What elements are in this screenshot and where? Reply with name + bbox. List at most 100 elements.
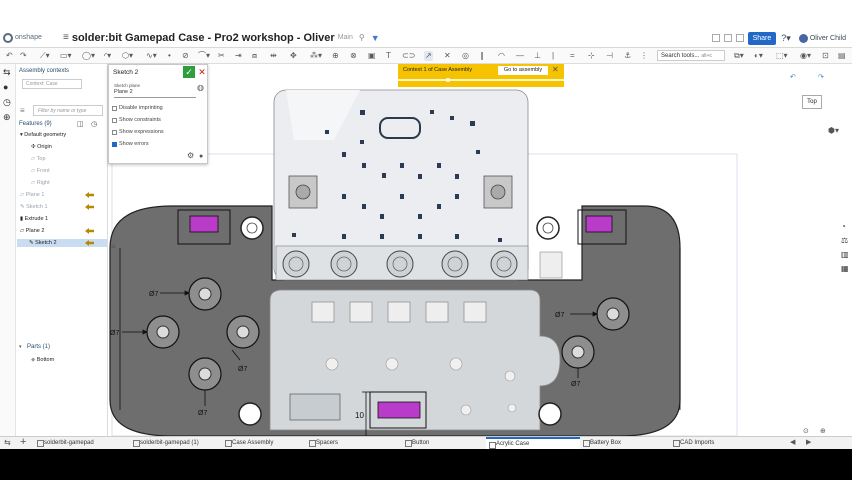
sketch-plane-field[interactable]: Plane 2 [114, 89, 196, 98]
tab-solderbit-gamepad-1[interactable]: solderbit-gamepad (1) [130, 437, 222, 449]
offset-tool-icon[interactable]: ⧈ [252, 51, 257, 61]
visibility-icon[interactable]: ◉▾ [800, 51, 811, 61]
circle-tool-icon[interactable]: ◯▾ [82, 51, 95, 61]
banner-slider-track[interactable] [398, 79, 564, 81]
intersect-tool-icon[interactable]: ⊗ [350, 51, 357, 61]
arc-tool-icon[interactable]: ◜▾ [104, 51, 111, 61]
text-tool-icon[interactable]: T [386, 51, 391, 61]
tab-acrylic-case[interactable]: Acrylic Case [486, 437, 580, 449]
checkbox[interactable] [112, 105, 117, 111]
equal-icon[interactable]: = [570, 51, 575, 61]
zoom-fit-icon[interactable]: ⊙ [803, 427, 809, 435]
user-avatar[interactable] [798, 33, 808, 43]
dim-label-3[interactable]: Ø7 [238, 366, 247, 373]
graphics-canvas[interactable]: Ø7 Ø7 Ø7 Ø7 Ø7 Ø7 10 [108, 64, 852, 436]
cad-viewport[interactable]: Ø7 Ø7 Ø7 Ø7 Ø7 Ø7 10 [108, 64, 852, 436]
tab-case-assembly[interactable]: Case Assembly [222, 437, 304, 449]
option-disable-imprinting[interactable]: Disable imprinting [112, 105, 163, 111]
add-tab-icon[interactable]: + [20, 436, 26, 448]
sketch-cancel-button[interactable]: ✕ [197, 66, 207, 78]
checkbox[interactable] [112, 117, 117, 123]
help-circle-icon[interactable]: ● [199, 153, 203, 160]
feature-history-icon[interactable]: ◷ [91, 120, 97, 128]
perpendicular-icon[interactable]: ⊥ [534, 51, 541, 61]
dim-label-2[interactable]: Ø7 [110, 330, 119, 337]
filter-menu-icon[interactable]: ≡ [20, 106, 25, 115]
share-button[interactable]: Share [747, 31, 777, 45]
appearance-panel-icon[interactable]: ◔ [841, 222, 846, 231]
option-show-errors[interactable]: Show errors [112, 141, 149, 147]
configurations-icon[interactable]: ▥ [841, 250, 849, 259]
feature-tree-item[interactable]: ▱ Right [31, 179, 50, 187]
parts-header[interactable]: Parts (1) [27, 344, 50, 350]
rollback-icon[interactable]: ◫ [77, 120, 84, 128]
zoom-in-icon[interactable]: ⊕ [820, 427, 826, 435]
feature-tree-item[interactable]: ▮ Extrude 1 [20, 215, 48, 223]
dim-label-1[interactable]: Ø7 [149, 291, 158, 298]
feature-tree-item[interactable]: ▱ Plane 2 [20, 227, 44, 235]
feature-tree-item[interactable]: ▱ Plane 1 [20, 191, 44, 199]
tab-battery-box[interactable]: Battery Box [580, 437, 670, 449]
spline-tool-icon[interactable]: ∿▾ [146, 51, 157, 61]
dim-label-4[interactable]: Ø7 [198, 410, 207, 417]
mirror-tool-icon[interactable]: ⇹ [270, 51, 277, 61]
link-icon[interactable]: ⚲ [359, 33, 365, 42]
undo-icon[interactable]: ↶ [6, 51, 13, 61]
banner-close-icon[interactable]: ✕ [552, 65, 559, 74]
dim-label-5[interactable]: Ø7 [555, 312, 564, 319]
normal-icon[interactable]: ⊣ [606, 51, 613, 61]
collapse-icon[interactable]: ▾ [19, 344, 22, 350]
tab-cad-imports[interactable]: CAD Imports [670, 437, 746, 449]
variables-panel-icon[interactable]: ▦ [841, 264, 849, 273]
checkbox[interactable] [112, 129, 117, 135]
pin-icon[interactable]: ▼ [371, 33, 380, 43]
use-tool-icon[interactable]: ⊕ [332, 51, 339, 61]
part-list-item[interactable]: ◆ Bottom [31, 356, 54, 364]
feature-tree-item[interactable]: ✎ Sketch 1 [20, 203, 48, 211]
onshape-logo[interactable]: onshape [3, 32, 49, 43]
polygon-tool-icon[interactable]: ⬡▾ [122, 51, 133, 61]
go-to-assembly-button[interactable]: Go to assembly [498, 66, 548, 75]
canvas-list-icon[interactable]: ≡ [111, 242, 116, 251]
construction-icon[interactable]: ⊘ [182, 51, 189, 61]
view-cube[interactable]: Top [802, 95, 822, 109]
assembly-context-select[interactable]: Context: Case [22, 79, 82, 89]
redo-icon[interactable]: ↷ [20, 51, 27, 61]
horizontal-icon[interactable]: — [516, 51, 524, 61]
view-cube-rotate-left-icon[interactable]: ↶ [790, 73, 796, 81]
rectangle-tool-icon[interactable]: ▭▾ [60, 51, 72, 61]
user-name[interactable]: Oliver Child [810, 35, 846, 42]
notifications-icon[interactable] [711, 34, 720, 42]
apps-icon[interactable] [723, 34, 732, 42]
slot-tool-icon[interactable]: ⊂⊃ [402, 51, 415, 61]
version-icon[interactable] [735, 34, 744, 42]
tangent-icon[interactable]: ◠ [498, 51, 505, 61]
dim-label-7[interactable]: 10 [355, 411, 364, 420]
tab-manager-icon[interactable]: ⇆ [4, 438, 11, 447]
tab-scroll-right-icon[interactable]: ▶ [806, 438, 811, 446]
measure-icon[interactable]: ⊡ [822, 51, 829, 61]
midpoint-icon[interactable]: ⊹ [588, 51, 595, 61]
comments-icon[interactable]: ● [3, 82, 8, 92]
fillet-tool-icon[interactable]: ⌒▾ [198, 51, 210, 61]
search-tools-input[interactable]: Search tools... alt+c [657, 50, 725, 61]
line-tool-icon[interactable]: ⟋▾ [40, 51, 50, 61]
dimension-tool-icon[interactable]: ↗ [424, 51, 433, 61]
tab-button[interactable]: Button [402, 437, 486, 449]
feature-list-icon[interactable]: ⇆ [3, 67, 11, 78]
banner-slider-thumb[interactable] [446, 78, 450, 82]
section-view-icon[interactable]: ⬚▾ [776, 51, 788, 61]
feature-tree-item[interactable]: ✣ Origin [31, 143, 52, 151]
display-icon[interactable]: ▤ [838, 51, 846, 61]
trim-tool-icon[interactable]: ✂ [218, 51, 225, 61]
sketch-accept-button[interactable]: ✓ [183, 66, 195, 78]
fix-icon[interactable]: ⚓ [624, 51, 631, 61]
tab-solderbit-gamepad[interactable]: solderbit-gamepad [34, 437, 130, 449]
view-cube-rotate-right-icon[interactable]: ↷ [818, 73, 824, 81]
view-cube-menu-icon[interactable]: ⬢▾ [828, 126, 839, 135]
feature-filter-input[interactable]: Filter by name or type [33, 105, 103, 116]
appearance-icon[interactable]: ◐▾ [754, 51, 763, 61]
sketch-settings-icon[interactable]: ⚙ [187, 151, 194, 160]
pattern-tool-icon[interactable]: ⁂▾ [310, 51, 322, 61]
extend-tool-icon[interactable]: ⇥ [235, 51, 242, 61]
